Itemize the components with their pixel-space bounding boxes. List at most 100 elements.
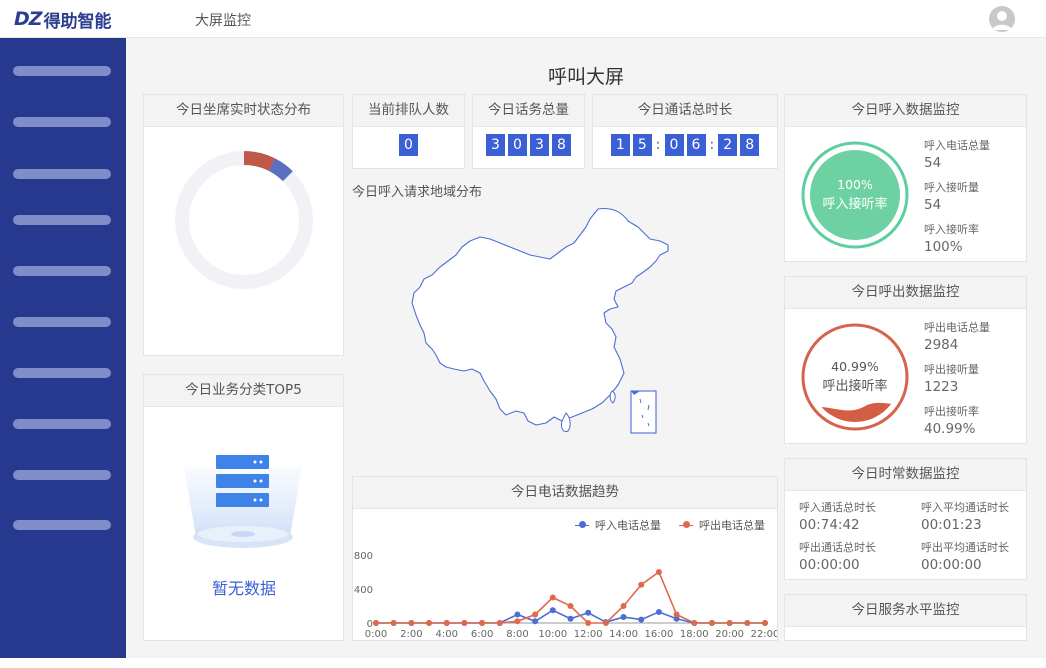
region-title: 今日呼入请求地域分布	[352, 185, 483, 200]
data-point[interactable]	[762, 620, 768, 626]
inbound-ring-pct: 100%	[837, 177, 873, 192]
digit-box: 3	[530, 134, 549, 156]
data-point[interactable]	[585, 609, 592, 616]
data-point[interactable]	[514, 618, 521, 625]
data-point[interactable]	[461, 620, 468, 626]
data-point[interactable]	[655, 569, 662, 575]
service-panel: 今日服务水平监控	[784, 594, 1027, 641]
outbound-stat-value: 1223	[924, 379, 959, 395]
y-tick-label: 400	[354, 585, 373, 596]
trend-chart: 04008000:00 2:00 4:00 6:00 8:00 10:00 12:00 14:…	[354, 551, 777, 640]
duration-value: 00:74:42	[799, 517, 860, 533]
queue-panel: 当前排队人数 0	[352, 94, 465, 169]
sidebar	[0, 38, 126, 658]
data-point[interactable]	[655, 608, 662, 615]
top-bar: DZ 得助智能 大屏监控	[0, 0, 1046, 38]
data-point[interactable]	[673, 611, 680, 618]
service-title: 今日服务水平监控	[785, 595, 1026, 627]
data-point[interactable]	[443, 620, 450, 626]
top5-panel: 今日业务分类TOP5 暂无数据	[143, 374, 344, 641]
outbound-ring-pct: 40.99%	[831, 359, 879, 374]
outbound-stat-label: 呼出接听率	[924, 405, 979, 418]
data-point[interactable]	[496, 620, 503, 626]
trend-panel: 今日电话数据趋势 呼入电话总量 呼出电话总量 0 400 800 0:00 2:00 4:…	[352, 476, 778, 641]
call-duration-title: 今日通话总时长	[593, 95, 777, 127]
duration-item-1: 呼入通话总时长 00:74:42	[799, 499, 876, 533]
sidebar-item-6[interactable]	[13, 317, 111, 327]
digit-box: 3	[486, 134, 505, 156]
x-tick-label: 12:00	[574, 629, 603, 640]
x-tick-label: 16:00	[644, 629, 673, 640]
duration-value: 00:01:23	[921, 517, 982, 533]
seat-status-panel: 今日坐席实时状态分布	[143, 94, 344, 356]
outbound-stat-answered: 呼出接听量 1223	[924, 361, 979, 395]
outbound-ring-label: 呼出接听率	[822, 378, 887, 394]
outbound-stat-rate: 呼出接听率 40.99%	[924, 403, 979, 437]
data-point[interactable]	[708, 620, 715, 626]
data-point[interactable]	[514, 611, 521, 618]
data-point[interactable]	[567, 603, 574, 609]
digit-box: 2	[718, 134, 738, 156]
x-tick-label: 2:00	[400, 629, 422, 640]
sidebar-item-7[interactable]	[13, 368, 111, 378]
inbound-stat-value: 54	[924, 155, 942, 171]
data-point[interactable]	[691, 620, 698, 626]
duration-item-2: 呼入平均通话时长 00:01:23	[921, 499, 1009, 533]
sidebar-item-9[interactable]	[13, 470, 111, 480]
call-duration-digits: 15:06:28	[593, 134, 777, 156]
duration-value: 00:00:00	[921, 557, 982, 573]
data-point[interactable]	[726, 620, 733, 626]
data-point[interactable]	[620, 603, 627, 609]
sidebar-item-4[interactable]	[13, 215, 111, 225]
sidebar-item-8[interactable]	[13, 419, 111, 429]
sidebar-item-10[interactable]	[13, 520, 111, 530]
call-duration-panel: 今日通话总时长 15:06:28	[592, 94, 778, 169]
inbound-stat-label: 呼入电话总量	[924, 139, 990, 152]
china-map[interactable]	[406, 203, 686, 443]
data-point[interactable]	[408, 620, 415, 626]
data-point[interactable]	[479, 620, 486, 626]
data-point[interactable]	[390, 620, 397, 626]
nav-title[interactable]: 大屏监控	[195, 10, 251, 30]
duration-panel: 今日时常数据监控 呼入通话总时长 00:74:42 呼入平均通话时长 00:01…	[784, 458, 1027, 580]
duration-label: 呼入通话总时长	[799, 501, 876, 514]
sidebar-item-5[interactable]	[13, 266, 111, 276]
digit-box: 1	[610, 134, 630, 156]
digit-separator: :	[655, 137, 661, 153]
digit-box: 0	[664, 134, 684, 156]
data-point[interactable]	[426, 620, 433, 626]
duration-title: 今日时常数据监控	[785, 459, 1026, 491]
data-point[interactable]	[638, 616, 645, 623]
brand-name: 得助智能	[43, 11, 112, 32]
sidebar-item-2[interactable]	[13, 117, 111, 127]
data-point[interactable]	[532, 611, 539, 618]
digit-box: 5	[632, 134, 652, 156]
sidebar-item-3[interactable]	[13, 169, 111, 179]
duration-value: 00:00:00	[799, 557, 860, 573]
data-point[interactable]	[549, 607, 556, 614]
data-point[interactable]	[602, 620, 609, 626]
data-point[interactable]	[549, 594, 556, 601]
inbound-stat-total: 呼入电话总量 54	[924, 137, 990, 171]
data-point[interactable]	[373, 620, 379, 626]
duration-label: 呼入平均通话时长	[921, 501, 1009, 514]
data-point[interactable]	[620, 614, 627, 621]
user-avatar-icon[interactable]	[989, 6, 1015, 32]
x-tick-label: 0:00	[365, 629, 387, 640]
brand-logo[interactable]: DZ 得助智能	[14, 7, 112, 32]
digit-box: 6	[686, 134, 706, 156]
seat-status-donut	[175, 151, 313, 289]
data-point[interactable]	[567, 615, 574, 622]
data-point[interactable]	[532, 618, 539, 625]
digit-box: 8	[740, 134, 760, 156]
inbound-stat-answered: 呼入接听量 54	[924, 179, 979, 213]
outbound-title: 今日呼出数据监控	[785, 277, 1026, 309]
sidebar-item-1[interactable]	[13, 66, 111, 76]
data-point[interactable]	[744, 620, 751, 626]
main-dashboard: 呼叫大屏 今日坐席实时状态分布 今日业务分类TOP5 暂无数据 当前排队人数 0…	[126, 38, 1046, 658]
seat-status-title: 今日坐席实时状态分布	[144, 95, 343, 127]
data-point[interactable]	[638, 581, 645, 588]
outbound-stat-label: 呼出接听量	[924, 363, 979, 376]
data-point[interactable]	[585, 620, 592, 626]
x-tick-label: 8:00	[506, 629, 528, 640]
